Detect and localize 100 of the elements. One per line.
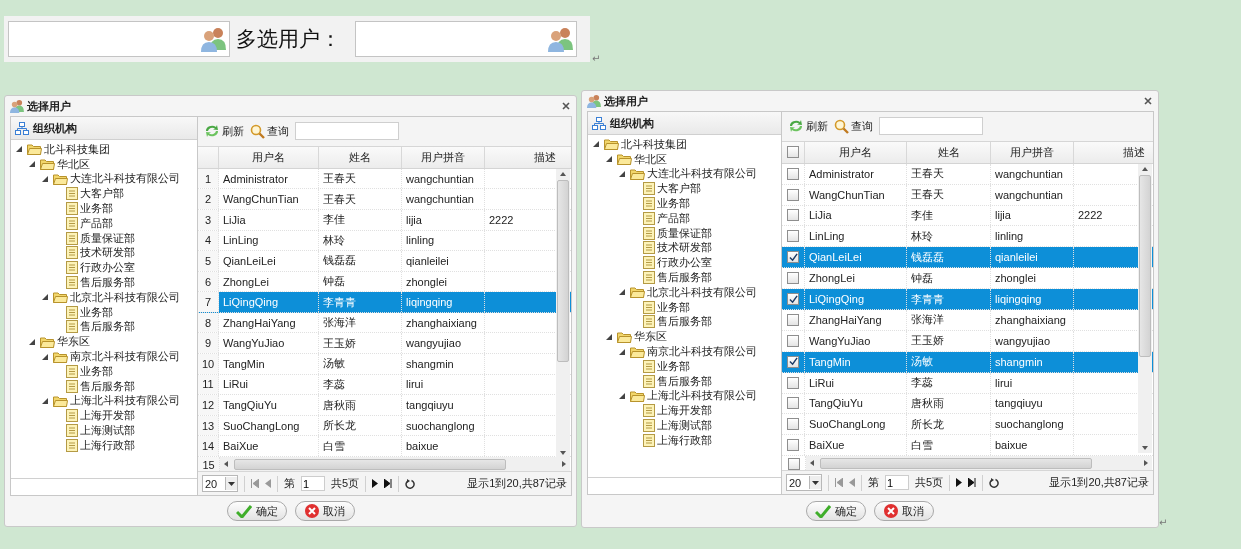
users-icon[interactable] (546, 26, 574, 52)
tree-item[interactable]: 业务部 (80, 305, 113, 319)
tree-item[interactable]: 上海开发部 (80, 409, 135, 423)
scroll-up-icon[interactable] (1142, 166, 1148, 171)
tree-item[interactable]: 业务部 (657, 300, 690, 314)
reload-icon[interactable] (405, 478, 416, 489)
tree-item[interactable]: 大连北斗科技有限公司 (647, 167, 757, 181)
collapse-arrow-icon[interactable] (619, 171, 625, 177)
row-checkbox[interactable] (787, 209, 799, 222)
row-checkbox[interactable] (787, 272, 799, 285)
ok-button[interactable]: 确定 (226, 501, 287, 521)
reload-icon[interactable] (989, 477, 1000, 488)
column-header[interactable]: 姓名 (319, 146, 402, 168)
next-page-icon[interactable] (372, 479, 379, 489)
scroll-up-icon[interactable] (560, 171, 566, 176)
refresh-button[interactable]: 刷新 (788, 118, 828, 134)
tree-item[interactable]: 技术研发部 (80, 246, 135, 260)
tree-item[interactable]: 北斗科技集团 (621, 137, 687, 151)
scroll-right-icon[interactable] (1144, 460, 1148, 467)
column-header[interactable]: 用户名 (805, 141, 907, 163)
collapse-arrow-icon[interactable] (42, 176, 48, 182)
select-all-checkbox[interactable] (787, 146, 799, 159)
collapse-arrow-icon[interactable] (16, 146, 22, 153)
tree-item[interactable]: 售后服务部 (657, 374, 712, 388)
table-row[interactable]: LiQingQing 李青青 liqingqing (782, 289, 1153, 310)
page-size-select[interactable]: 20 (202, 475, 238, 493)
tree-item[interactable]: 质量保证部 (657, 226, 712, 240)
row-checkbox[interactable] (787, 313, 799, 326)
tree-item[interactable]: 上海行政部 (657, 433, 712, 447)
tree-item[interactable]: 华东区 (57, 335, 90, 349)
table-row[interactable]: QianLeiLei 钱磊磊 qianleilei (782, 247, 1153, 269)
tree-item[interactable]: 大客户部 (657, 182, 701, 196)
tree-item[interactable]: 质量保证部 (80, 231, 135, 245)
row-checkbox[interactable] (787, 355, 799, 368)
tree-item[interactable]: 售后服务部 (80, 379, 135, 393)
tree-item[interactable]: 售后服务部 (80, 320, 135, 334)
tree-item[interactable]: 北斗科技集团 (44, 142, 110, 156)
tree-item[interactable]: 南京北斗科技有限公司 (647, 345, 757, 359)
cancel-button[interactable]: 取消 (874, 501, 934, 521)
tree-item[interactable]: 华北区 (634, 152, 667, 166)
tree-item[interactable]: 大连北斗科技有限公司 (70, 172, 180, 186)
collapse-arrow-icon[interactable] (619, 289, 625, 296)
row-checkbox[interactable] (787, 251, 799, 264)
users-icon[interactable] (199, 26, 227, 52)
tree-item[interactable]: 业务部 (80, 202, 113, 216)
scroll-down-icon[interactable] (560, 450, 566, 455)
horizontal-scrollbar[interactable] (220, 457, 570, 472)
row-checkbox[interactable] (787, 418, 799, 431)
row-checkbox[interactable] (787, 376, 799, 389)
close-icon[interactable] (562, 102, 570, 110)
tree-item[interactable]: 北京北斗科技有限公司 (647, 285, 757, 299)
row-checkbox[interactable] (787, 293, 799, 305)
tree-item[interactable]: 上海北斗科技有限公司 (647, 389, 757, 403)
query-button[interactable]: 查询 (834, 118, 873, 134)
tree-item[interactable]: 上海开发部 (657, 404, 712, 418)
collapse-arrow-icon[interactable] (606, 333, 612, 340)
ok-button[interactable]: 确定 (806, 501, 866, 521)
collapse-arrow-icon[interactable] (29, 161, 35, 168)
close-icon[interactable] (1144, 97, 1152, 105)
collapse-arrow-icon[interactable] (619, 392, 625, 399)
page-size-select[interactable]: 20 (786, 474, 822, 492)
tree-item[interactable]: 售后服务部 (80, 276, 135, 290)
tree-item[interactable]: 北京北斗科技有限公司 (70, 290, 180, 304)
page-number-field[interactable]: 1 (885, 475, 909, 491)
tree-item[interactable]: 产品部 (80, 216, 113, 230)
row-checkbox[interactable] (787, 188, 799, 201)
tree-item[interactable]: 上海北斗科技有限公司 (70, 394, 180, 408)
tree-item[interactable]: 售后服务部 (657, 271, 712, 285)
tree-item[interactable]: 业务部 (657, 197, 690, 211)
query-button[interactable]: 查询 (250, 123, 289, 139)
first-page-icon[interactable] (835, 478, 843, 488)
column-header[interactable]: 用户拼音 (402, 146, 485, 168)
row-checkbox[interactable] (787, 458, 800, 471)
table-row[interactable]: 7 LiQingQing 李青青 liqingqing (198, 292, 571, 313)
vertical-scrollbar[interactable] (556, 168, 570, 458)
column-header[interactable]: 姓名 (907, 141, 991, 163)
collapse-arrow-icon[interactable] (619, 348, 625, 355)
tree-item[interactable]: 业务部 (657, 359, 690, 373)
refresh-button[interactable]: 刷新 (204, 123, 244, 139)
column-header[interactable]: 用户名 (219, 146, 319, 168)
tree-item[interactable]: 华北区 (57, 157, 90, 171)
last-page-icon[interactable] (384, 479, 393, 489)
last-page-icon[interactable] (968, 478, 977, 488)
scroll-left-icon[interactable] (224, 461, 228, 468)
column-header[interactable]: 描述 (1074, 141, 1153, 163)
page-number-field[interactable]: 1 (301, 476, 325, 492)
column-header[interactable]: 用户拼音 (991, 141, 1074, 163)
vertical-scrollbar[interactable] (1138, 163, 1152, 453)
tree-item[interactable]: 产品部 (657, 211, 690, 225)
previous-page-icon[interactable] (265, 479, 271, 489)
tree-item[interactable]: 上海测试部 (80, 424, 135, 438)
tree-item[interactable]: 技术研发部 (657, 241, 712, 255)
tree-item[interactable]: 上海行政部 (80, 438, 135, 452)
tree-item[interactable]: 行政办公室 (657, 256, 712, 270)
collapse-arrow-icon[interactable] (42, 397, 48, 404)
tree-item[interactable]: 行政办公室 (80, 261, 135, 275)
tree-item[interactable]: 售后服务部 (657, 315, 712, 329)
collapse-arrow-icon[interactable] (42, 294, 48, 301)
search-field[interactable] (295, 122, 399, 141)
scroll-right-icon[interactable] (562, 461, 566, 468)
